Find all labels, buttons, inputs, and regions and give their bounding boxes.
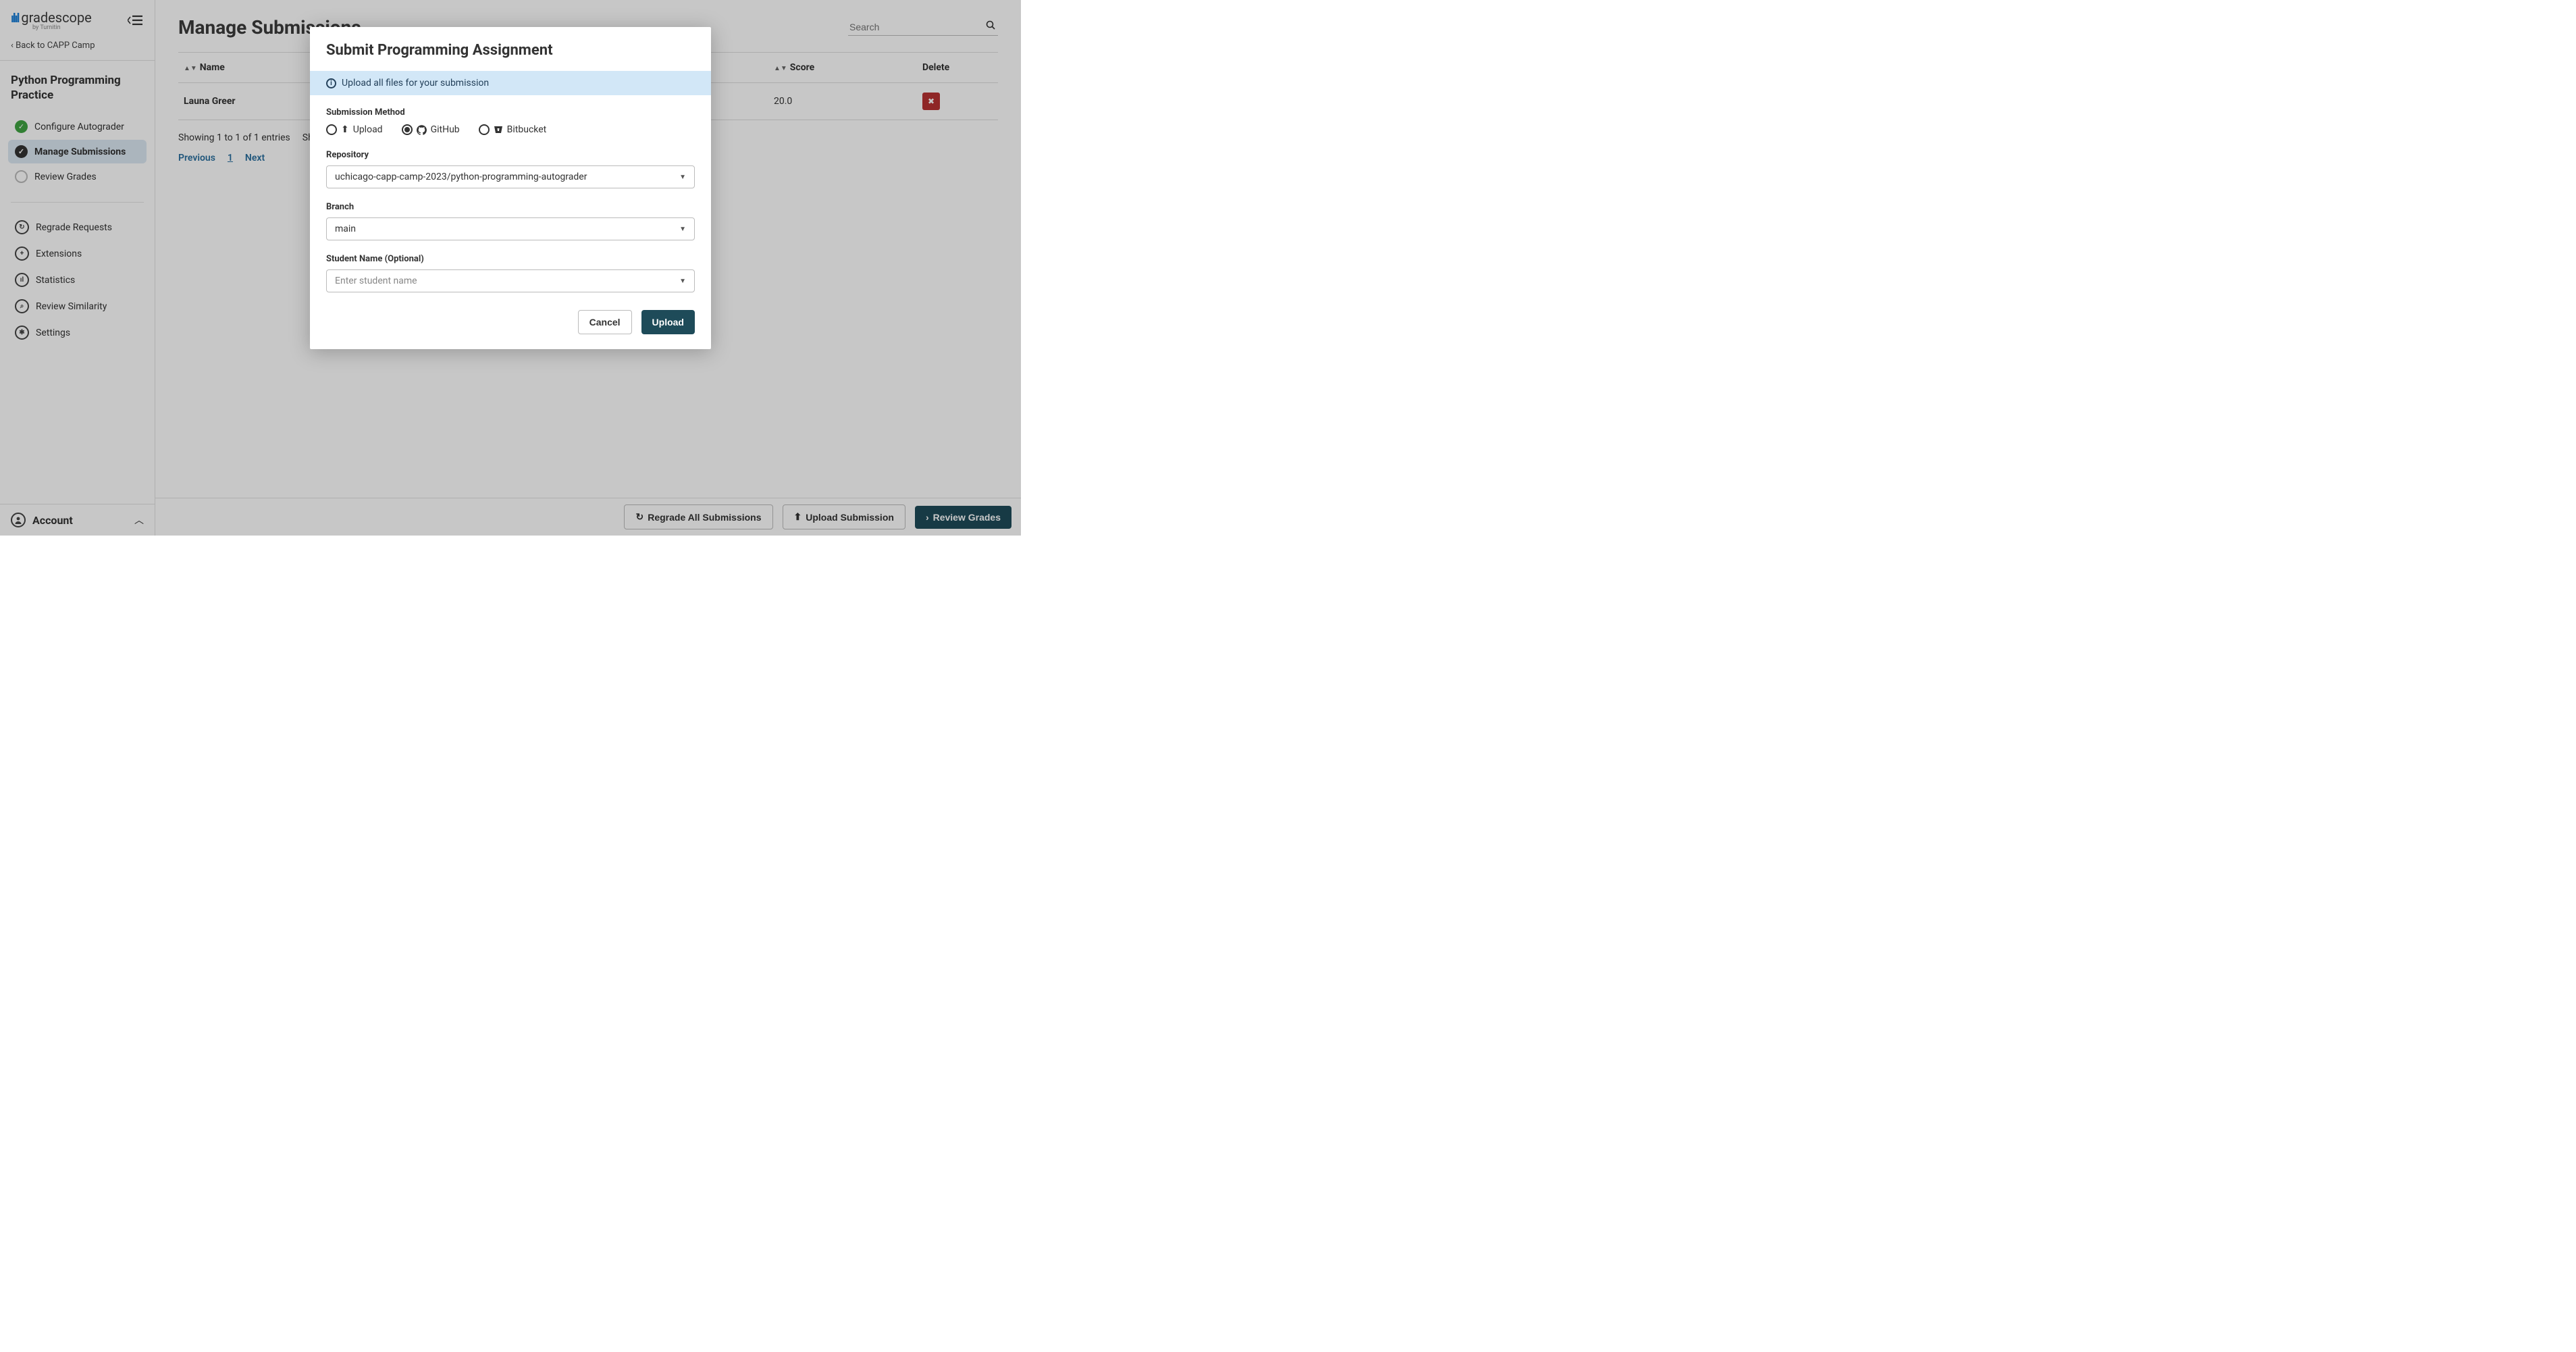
upload-button[interactable]: Upload (641, 310, 695, 334)
repository-value: uchicago-capp-camp-2023/python-programmi… (335, 172, 587, 182)
student-name-label: Student Name (Optional) (326, 254, 695, 264)
submit-modal: Submit Programming Assignment i Upload a… (310, 27, 711, 349)
chevron-down-icon: ▼ (679, 174, 686, 181)
upload-icon: ⬆ (341, 124, 349, 135)
repository-label: Repository (326, 150, 695, 160)
radio-icon (326, 124, 337, 135)
modal-info-text: Upload all files for your submission (342, 78, 489, 88)
chevron-down-icon: ▼ (679, 278, 686, 285)
cancel-button[interactable]: Cancel (578, 310, 632, 334)
github-icon (417, 125, 427, 135)
radio-github[interactable]: GitHub (402, 124, 460, 135)
branch-label: Branch (326, 202, 695, 212)
bitbucket-icon (494, 125, 503, 134)
modal-title: Submit Programming Assignment (310, 27, 711, 71)
modal-footer: Cancel Upload (326, 306, 695, 334)
student-name-select[interactable]: Enter student name ▼ (326, 269, 695, 292)
branch-value: main (335, 224, 356, 234)
info-icon: i (326, 78, 336, 88)
submission-method-label: Submission Method (326, 107, 695, 118)
modal-overlay[interactable]: Submit Programming Assignment i Upload a… (0, 0, 1021, 536)
repository-select[interactable]: uchicago-capp-camp-2023/python-programmi… (326, 165, 695, 188)
modal-info-banner: i Upload all files for your submission (310, 71, 711, 95)
modal-body: Submission Method ⬆ Upload GitHub (310, 95, 711, 349)
radio-bitbucket[interactable]: Bitbucket (479, 124, 547, 135)
radio-icon (402, 124, 413, 135)
branch-select[interactable]: main ▼ (326, 217, 695, 240)
submission-method-radios: ⬆ Upload GitHub Bitbucket (326, 124, 695, 135)
radio-icon (479, 124, 490, 135)
student-name-placeholder: Enter student name (335, 276, 417, 286)
chevron-down-icon: ▼ (679, 226, 686, 233)
radio-upload[interactable]: ⬆ Upload (326, 124, 383, 135)
